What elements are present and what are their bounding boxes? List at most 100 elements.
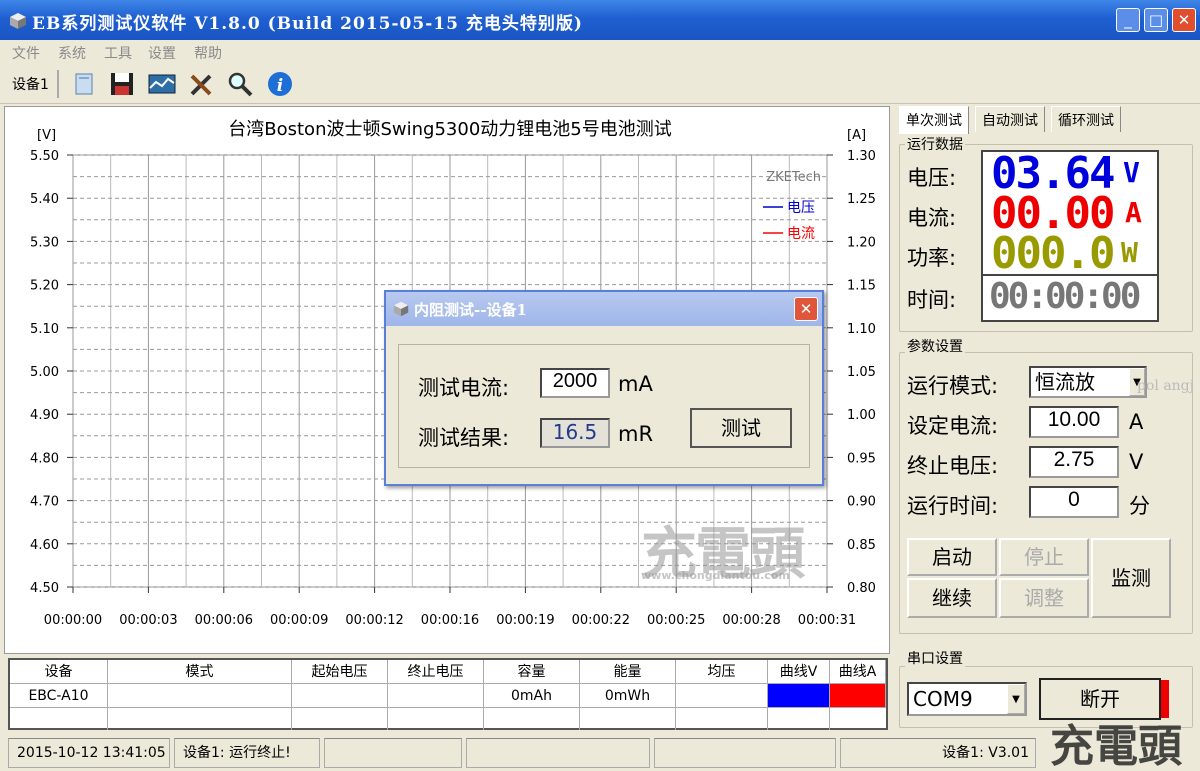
watermark-logo-corner: 充電頭 [1050,721,1182,771]
legend-title: ZKETech [766,170,821,185]
set-current-label: 设定电流: [907,414,999,438]
y-right-tick-label: 0.80 [847,581,876,596]
cell-energy[interactable]: 0mWh [580,684,676,708]
x-tick-label: 00:00:19 [496,613,554,628]
info-icon[interactable]: i [266,70,294,98]
y-left-tick-label: 4.70 [30,495,59,510]
status-bar: 2015-10-12 13:41:05 设备1: 运行终止! 设备1: V3.0… [0,721,1200,771]
cell-avg[interactable] [676,684,768,708]
minimize-button[interactable]: _ [1116,8,1140,32]
x-tick-label: 00:00:09 [270,613,328,628]
cell-curve-v-swatch[interactable] [768,684,830,708]
end-voltage-unit: V [1129,450,1144,474]
menu-file[interactable]: 文件 [12,43,40,63]
x-tick-label: 00:00:00 [44,613,102,628]
tab-loop-test[interactable]: 循环测试 [1051,106,1121,132]
cell-end-voltage[interactable] [388,684,484,708]
test-button[interactable]: 测试 [690,408,792,448]
test-result-field: 16.5 [540,418,610,448]
tab-auto-test[interactable]: 自动测试 [975,106,1045,132]
power-label: 功率: [907,246,957,270]
cell-start-voltage[interactable] [292,684,388,708]
col-start-voltage: 起始电压 [292,660,388,684]
tools-icon[interactable] [188,70,216,98]
maximize-button[interactable]: □ [1144,8,1168,32]
menu-help[interactable]: 帮助 [194,43,222,63]
run-time-unit: 分 [1129,494,1150,518]
cell-device[interactable]: EBC-A10 [10,684,108,708]
device-tab[interactable]: 设备1 [4,70,59,98]
power-unit: W [1121,236,1138,269]
overlay-text: pol angj [1137,378,1194,394]
search-icon[interactable] [226,70,254,98]
y-right-tick-label: 1.20 [847,235,876,250]
end-voltage-input[interactable]: 2.75 [1029,446,1119,478]
test-current-label: 测试电流: [418,376,510,400]
test-current-input[interactable]: 2000 [540,368,610,398]
current-label: 电流: [907,206,957,230]
params-label: 参数设置 [905,336,965,356]
status-pane-4 [466,738,650,768]
watermark-url: www.chongdiantou.com [641,569,790,582]
status-pane-3 [324,738,462,768]
cell-mode[interactable] [108,684,292,708]
x-tick-label: 00:00:03 [119,613,177,628]
x-tick-label: 00:00:06 [195,613,253,628]
col-curve-v: 曲线V [768,660,830,684]
y-left-tick-label: 4.90 [30,408,59,423]
y-right-tick-label: 1.30 [847,149,876,164]
continue-button[interactable]: 继续 [907,578,997,618]
status-pane-5 [654,738,836,768]
col-curve-a: 曲线A [830,660,886,684]
right-panel: 单次测试 自动测试 循环测试 运行数据 电压: 电流: 功率: 时间: 03.6… [893,104,1197,730]
serial-label: 串口设置 [905,648,965,668]
voltage-unit: V [1123,156,1140,189]
monitor-button[interactable]: 监测 [1091,538,1171,618]
save-icon[interactable] [108,70,136,98]
stop-button[interactable]: 停止 [999,538,1089,576]
cell-curve-a-swatch[interactable] [830,684,886,708]
menu-tools[interactable]: 工具 [104,43,132,63]
test-current-unit: mA [618,372,653,396]
y-right-tick-label: 1.05 [847,365,876,380]
dialog-title-bar[interactable]: 内阻测试--设备1 ✕ [386,292,822,326]
legend-voltage: 电压 [787,200,815,216]
col-avg: 均压 [676,660,768,684]
x-tick-label: 00:00:31 [798,613,856,628]
start-button[interactable]: 启动 [907,538,997,576]
current-unit: A [1125,196,1142,229]
tab-single-test[interactable]: 单次测试 [899,106,969,134]
status-version: 设备1: V3.01 [840,738,1036,768]
svg-text:i: i [277,76,283,96]
menu-settings[interactable]: 设置 [148,43,176,63]
chevron-down-icon[interactable]: ▼ [1007,684,1025,714]
cell-capacity[interactable]: 0mAh [484,684,580,708]
set-current-input[interactable]: 10.00 [1029,406,1119,438]
x-tick-label: 00:00:22 [572,613,630,628]
y-left-label: [V] [37,128,56,143]
chart-title: 台湾Boston波士顿Swing5300动力锂电池5号电池测试 [228,119,671,140]
run-data-label: 运行数据 [905,134,965,154]
x-tick-label: 00:00:12 [345,613,403,628]
y-left-tick-label: 5.30 [30,235,59,250]
dialog-close-button[interactable]: ✕ [794,297,818,321]
run-time-input[interactable]: 0 [1029,486,1119,518]
close-button[interactable]: ✕ [1172,8,1196,32]
x-tick-label: 00:00:28 [722,613,780,628]
dialog-cube-icon [393,301,409,317]
y-right-tick-label: 1.00 [847,408,876,423]
col-mode: 模式 [108,660,292,684]
dialog-title: 内阻测试--设备1 [414,301,527,319]
y-left-tick-label: 5.10 [30,322,59,337]
menu-system[interactable]: 系统 [58,43,86,63]
adjust-button[interactable]: 调整 [999,578,1089,618]
chart-icon[interactable] [148,70,176,98]
open-file-icon[interactable] [70,70,98,98]
status-datetime: 2015-10-12 13:41:05 [8,738,170,768]
col-energy: 能量 [580,660,676,684]
test-result-unit: mR [618,422,654,446]
toolbar: 设备1 i [0,64,1200,104]
y-right-tick-label: 0.90 [847,495,876,510]
status-message: 设备1: 运行终止! [174,738,320,768]
title-bar[interactable]: EB系列测试仪软件 V1.8.0 (Build 2015-05-15 充电头特别… [0,0,1200,40]
